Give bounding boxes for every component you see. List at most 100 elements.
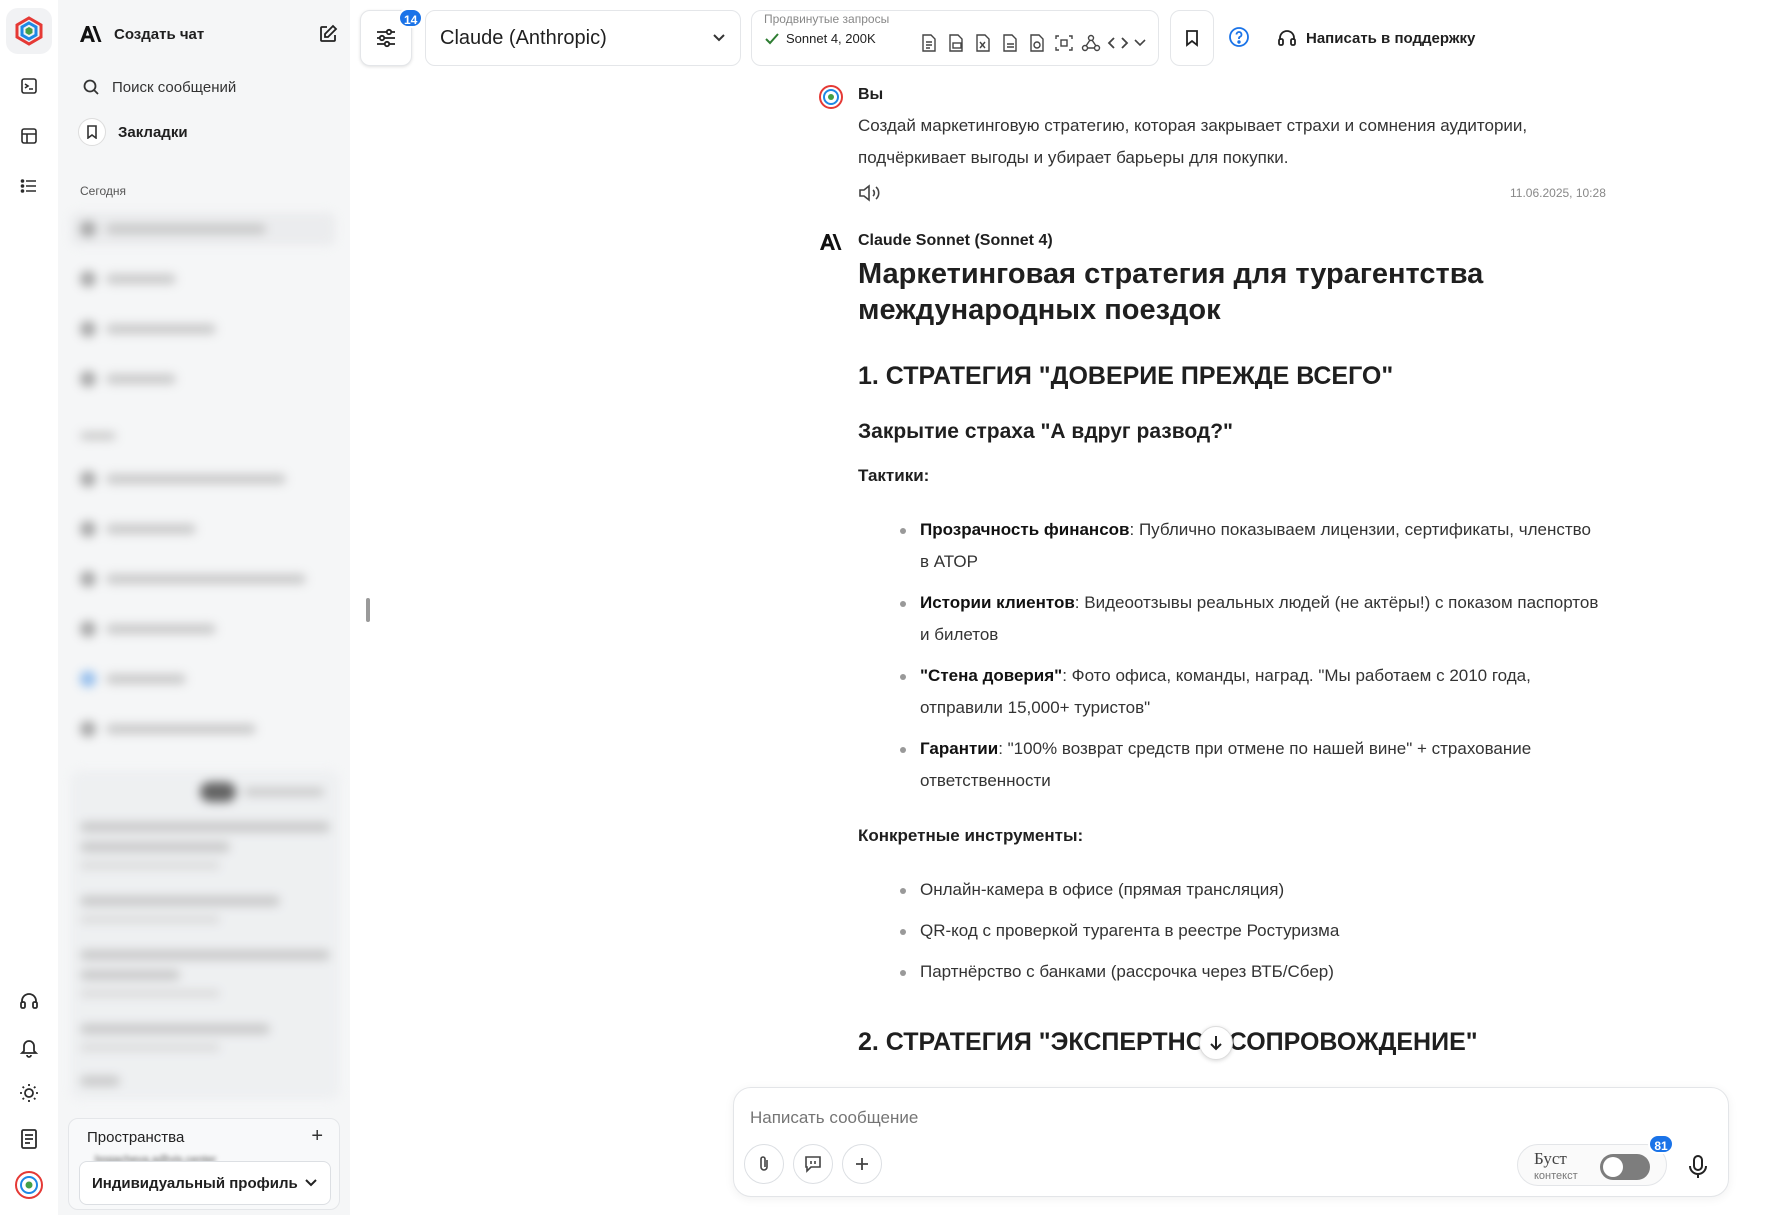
microphone-icon[interactable] — [1688, 1154, 1708, 1180]
add-button[interactable] — [842, 1144, 882, 1184]
headset-icon — [1278, 30, 1296, 46]
list-item: Партнёрство с банками (рассрочка через В… — [900, 956, 1600, 988]
anthropic-icon — [80, 26, 102, 42]
settings-badge: 14 — [398, 8, 424, 28]
paperclip-icon — [760, 1156, 768, 1171]
boost-context: Буст контекст — [1517, 1144, 1667, 1186]
support-button[interactable]: Написать в поддержку — [1276, 27, 1475, 49]
icon-rail — [0, 0, 58, 1215]
network-icon[interactable] — [1080, 33, 1102, 53]
sidebar-resize-handle[interactable] — [366, 598, 370, 622]
user-name: Вы — [858, 86, 884, 103]
list-item: Онлайн-камера в офисе (прямая трансляция… — [900, 874, 1600, 906]
list-icon[interactable] — [9, 166, 49, 206]
arrow-down-icon — [1210, 1036, 1222, 1051]
bookmark-icon — [1186, 30, 1198, 47]
list-item: Истории клиентов: Видеоотзывы реальных л… — [900, 587, 1600, 651]
add-space-icon[interactable]: + — [311, 1125, 323, 1148]
speaker-icon[interactable] — [858, 183, 882, 203]
message-input[interactable] — [750, 1108, 1650, 1128]
advanced-requests[interactable]: Продвинутые запросы Sonnet 4, 200K — [751, 10, 1159, 66]
chat-item[interactable] — [70, 662, 336, 696]
bookmark-button[interactable] — [1170, 10, 1214, 66]
boost-label: Буст — [1534, 1149, 1567, 1168]
code-icon[interactable] — [1107, 33, 1129, 53]
spaces-panel: Пространства + bogacheva.a@vis.center Ин… — [68, 1118, 340, 1210]
list-item: Гарантии: "100% возврат средств при отме… — [900, 733, 1600, 797]
chat-item[interactable] — [70, 512, 336, 546]
chat-item[interactable] — [70, 312, 336, 346]
section-heading-1: 1. СТРАТЕГИЯ "ДОВЕРИЕ ПРЕЖДЕ ВСЕГО" — [858, 362, 1394, 390]
terminal-icon[interactable] — [9, 66, 49, 106]
message-composer: Буст контекст 81 — [733, 1087, 1729, 1197]
app-logo-icon — [15, 16, 43, 46]
sidebar: Создать чат Поиск сообщений Закладки Сег… — [58, 0, 350, 1215]
spaces-label: Пространства — [87, 1129, 185, 1146]
chat-quote-icon — [805, 1156, 821, 1173]
bookmarks-label: Закладки — [118, 123, 188, 141]
advanced-value: Sonnet 4, 200K — [786, 31, 876, 46]
boost-toggle[interactable] — [1600, 1154, 1650, 1180]
bookmark-icon — [78, 118, 106, 146]
subsection-heading: Закрытие страха "А вдруг развод?" — [858, 420, 1233, 443]
tactics-label: Тактики: — [858, 466, 930, 485]
bookmarks-row[interactable]: Закладки — [78, 118, 188, 146]
pdf-icon[interactable] — [945, 33, 967, 53]
sun-icon[interactable] — [9, 1073, 49, 1113]
plus-icon — [856, 1158, 868, 1170]
list-item: QR-код с проверкой турагента в реестре Р… — [900, 915, 1600, 947]
chat-item[interactable] — [70, 262, 336, 296]
txt-icon[interactable] — [999, 33, 1021, 53]
table-icon[interactable] — [9, 116, 49, 156]
search-label: Поиск сообщений — [112, 78, 237, 96]
chat-item[interactable] — [70, 612, 336, 646]
scroll-down-button[interactable] — [1199, 1026, 1233, 1060]
new-chat-label[interactable]: Создать чат — [114, 26, 204, 43]
headset-icon[interactable] — [9, 981, 49, 1021]
scan-icon[interactable] — [1053, 33, 1075, 53]
sliders-icon — [377, 28, 395, 48]
ai-name: Claude Sonnet (Sonnet 4) — [858, 232, 1053, 249]
chevron-down-icon[interactable] — [1134, 38, 1146, 48]
list-item: Прозрачность финансов: Публично показыва… — [900, 514, 1600, 578]
section-heading-2: 2. СТРАТЕГИЯ "ЭКСПЕРТНОЕ СОПРОВОЖДЕНИЕ" — [858, 1028, 1478, 1056]
anthropic-icon — [818, 232, 842, 252]
boost-badge: 81 — [1648, 1134, 1674, 1154]
boost-sub: контекст — [1534, 1170, 1578, 1182]
model-label: Claude (Anthropic) — [440, 26, 607, 49]
support-label: Написать в поддержку — [1306, 29, 1476, 47]
section-today: Сегодня — [80, 184, 126, 198]
app-logo[interactable] — [6, 8, 52, 54]
usage-panel — [70, 770, 340, 1100]
list-item: "Стена доверия": Фото офиса, команды, на… — [900, 660, 1600, 724]
excel-icon[interactable] — [972, 33, 994, 53]
new-chat-row[interactable]: Создать чат — [78, 24, 338, 44]
doc-icon[interactable] — [918, 33, 940, 53]
chevron-down-icon — [713, 34, 725, 42]
tools-label: Конкретные инструменты: — [858, 826, 1084, 845]
presentation-icon[interactable] — [1026, 33, 1048, 53]
chat-item[interactable] — [70, 712, 336, 746]
chat-item[interactable] — [70, 212, 336, 246]
document-icon[interactable] — [9, 1119, 49, 1159]
help-icon[interactable] — [1228, 26, 1250, 48]
message-timestamp: 11.06.2025, 10:28 — [1510, 186, 1606, 200]
chat-item[interactable] — [70, 362, 336, 396]
bell-icon[interactable] — [9, 1027, 49, 1067]
search-icon — [83, 79, 99, 95]
prompts-button[interactable] — [793, 1144, 833, 1184]
advanced-label: Продвинутые запросы — [764, 12, 890, 26]
edit-icon[interactable] — [318, 24, 338, 44]
chat-item[interactable] — [70, 562, 336, 596]
model-select[interactable]: Claude (Anthropic) — [425, 10, 741, 66]
check-icon — [765, 32, 779, 44]
attach-button[interactable] — [744, 1144, 784, 1184]
profile-select[interactable]: Индивидуальный профиль — [79, 1161, 331, 1205]
profile-label: Индивидуальный профиль — [92, 1174, 298, 1192]
section-older — [80, 432, 116, 440]
user-avatar-logo-icon[interactable] — [9, 1165, 49, 1205]
user-avatar-icon — [818, 84, 844, 110]
search-messages[interactable]: Поиск сообщений — [82, 78, 236, 96]
chat-item[interactable] — [70, 462, 336, 496]
chevron-down-icon — [305, 1179, 317, 1187]
